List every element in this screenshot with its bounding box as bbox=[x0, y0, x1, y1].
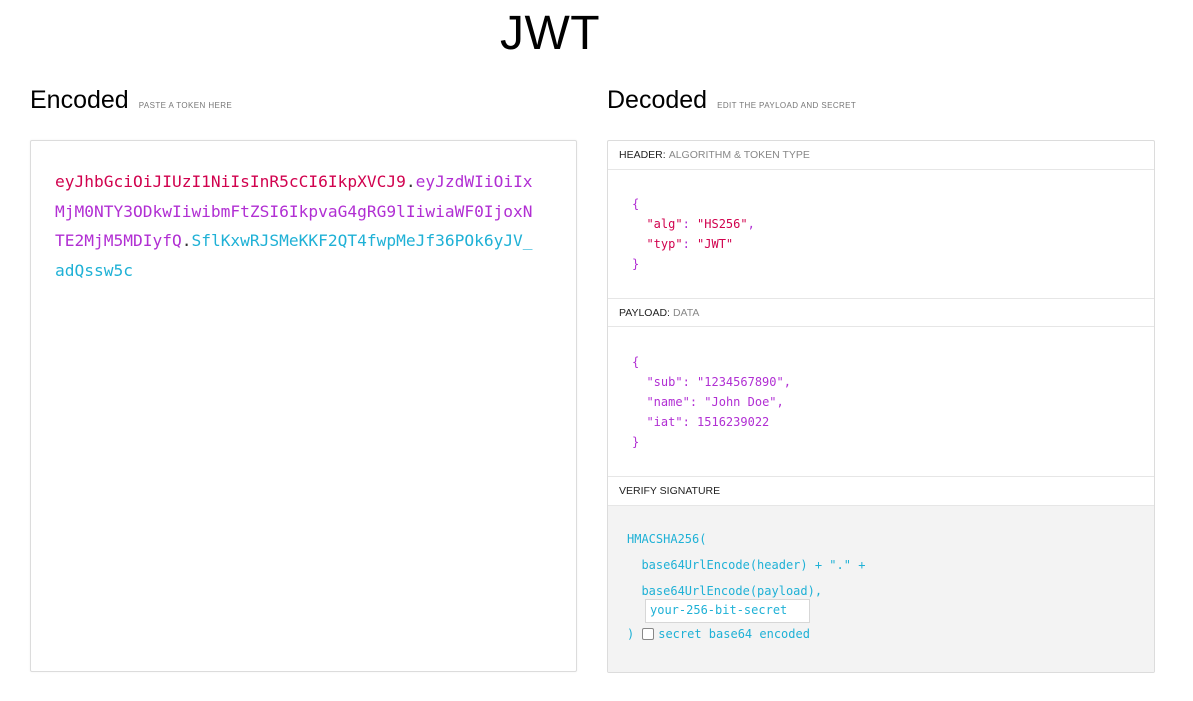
verify-line-3: base64UrlEncode(payload), bbox=[627, 584, 823, 598]
encoded-token-text[interactable]: eyJhbGciOiJIUzI1NiIsInR5cCI6IkpXVCJ9.eyJ… bbox=[55, 167, 535, 286]
secret-base64-label[interactable]: secret base64 encoded bbox=[658, 627, 810, 641]
payload-section-label: PAYLOAD: DATA bbox=[608, 298, 1154, 327]
verify-signature-area: HMACSHA256( base64UrlEncode(header) + ".… bbox=[608, 506, 1154, 672]
encoded-heading: Encoded bbox=[30, 86, 129, 114]
verify-line-1: HMACSHA256( bbox=[627, 532, 707, 546]
json-value-iat: 1516239022 bbox=[697, 415, 770, 429]
token-separator: . bbox=[181, 231, 192, 251]
json-value-sub: "1234567890" bbox=[697, 375, 784, 389]
json-key-alg: "alg" bbox=[646, 217, 683, 231]
json-brace: } bbox=[632, 435, 640, 449]
json-brace: } bbox=[632, 257, 640, 271]
decoded-subheading: EDIT THE PAYLOAD AND SECRET bbox=[717, 101, 857, 110]
decoded-heading-group: Decoded EDIT THE PAYLOAD AND SECRET bbox=[607, 86, 856, 115]
header-label: HEADER: bbox=[619, 149, 666, 161]
payload-label: PAYLOAD: bbox=[619, 307, 670, 319]
payload-json-editor[interactable]: { "sub": "1234567890", "name": "John Doe… bbox=[632, 352, 791, 452]
token-separator: . bbox=[405, 172, 416, 191]
close-paren: ) bbox=[627, 627, 635, 641]
verify-section-label: VERIFY SIGNATURE bbox=[608, 476, 1154, 506]
payload-label-muted: DATA bbox=[672, 307, 700, 319]
json-key-name: "name" bbox=[646, 395, 690, 409]
secret-input[interactable]: your-256-bit-secret bbox=[645, 599, 810, 623]
encoded-token-editor[interactable]: eyJhbGciOiJIUzI1NiIsInR5cCI6IkpXVCJ9.eyJ… bbox=[30, 140, 577, 672]
json-value-alg: "HS256" bbox=[697, 217, 748, 231]
decoded-heading: Decoded bbox=[607, 86, 708, 114]
verify-code: HMACSHA256( base64UrlEncode(header) + ".… bbox=[627, 526, 865, 604]
json-brace: { bbox=[632, 197, 640, 211]
json-key-iat: "iat" bbox=[646, 415, 683, 429]
header-json-editor[interactable]: { "alg": "HS256", "typ": "JWT" } bbox=[632, 194, 755, 274]
verify-label: VERIFY SIGNATURE bbox=[619, 485, 721, 497]
token-header-part: eyJhbGciOiJIUzI1NiIsInR5cCI6IkpXVCJ9 bbox=[55, 172, 406, 191]
secret-base64-checkbox[interactable] bbox=[642, 628, 655, 640]
verify-close-line: ) secret base64 encoded bbox=[627, 627, 810, 641]
encoded-heading-group: Encoded PASTE A TOKEN HERE bbox=[30, 86, 232, 115]
json-value-name: "John Doe" bbox=[704, 395, 777, 409]
json-key-sub: "sub" bbox=[646, 375, 683, 389]
json-brace: { bbox=[632, 355, 640, 369]
json-value-typ: "JWT" bbox=[697, 237, 734, 251]
header-section-label: HEADER: ALGORITHM & TOKEN TYPE bbox=[608, 141, 1154, 170]
verify-line-2: base64UrlEncode(header) + "." + bbox=[627, 558, 866, 572]
header-label-muted: ALGORITHM & TOKEN TYPE bbox=[668, 149, 810, 161]
decoded-panel: HEADER: ALGORITHM & TOKEN TYPE { "alg": "… bbox=[607, 140, 1155, 673]
encoded-subheading: PASTE A TOKEN HERE bbox=[138, 101, 233, 110]
json-key-typ: "typ" bbox=[646, 237, 683, 251]
page-title: JWT bbox=[499, 7, 601, 60]
